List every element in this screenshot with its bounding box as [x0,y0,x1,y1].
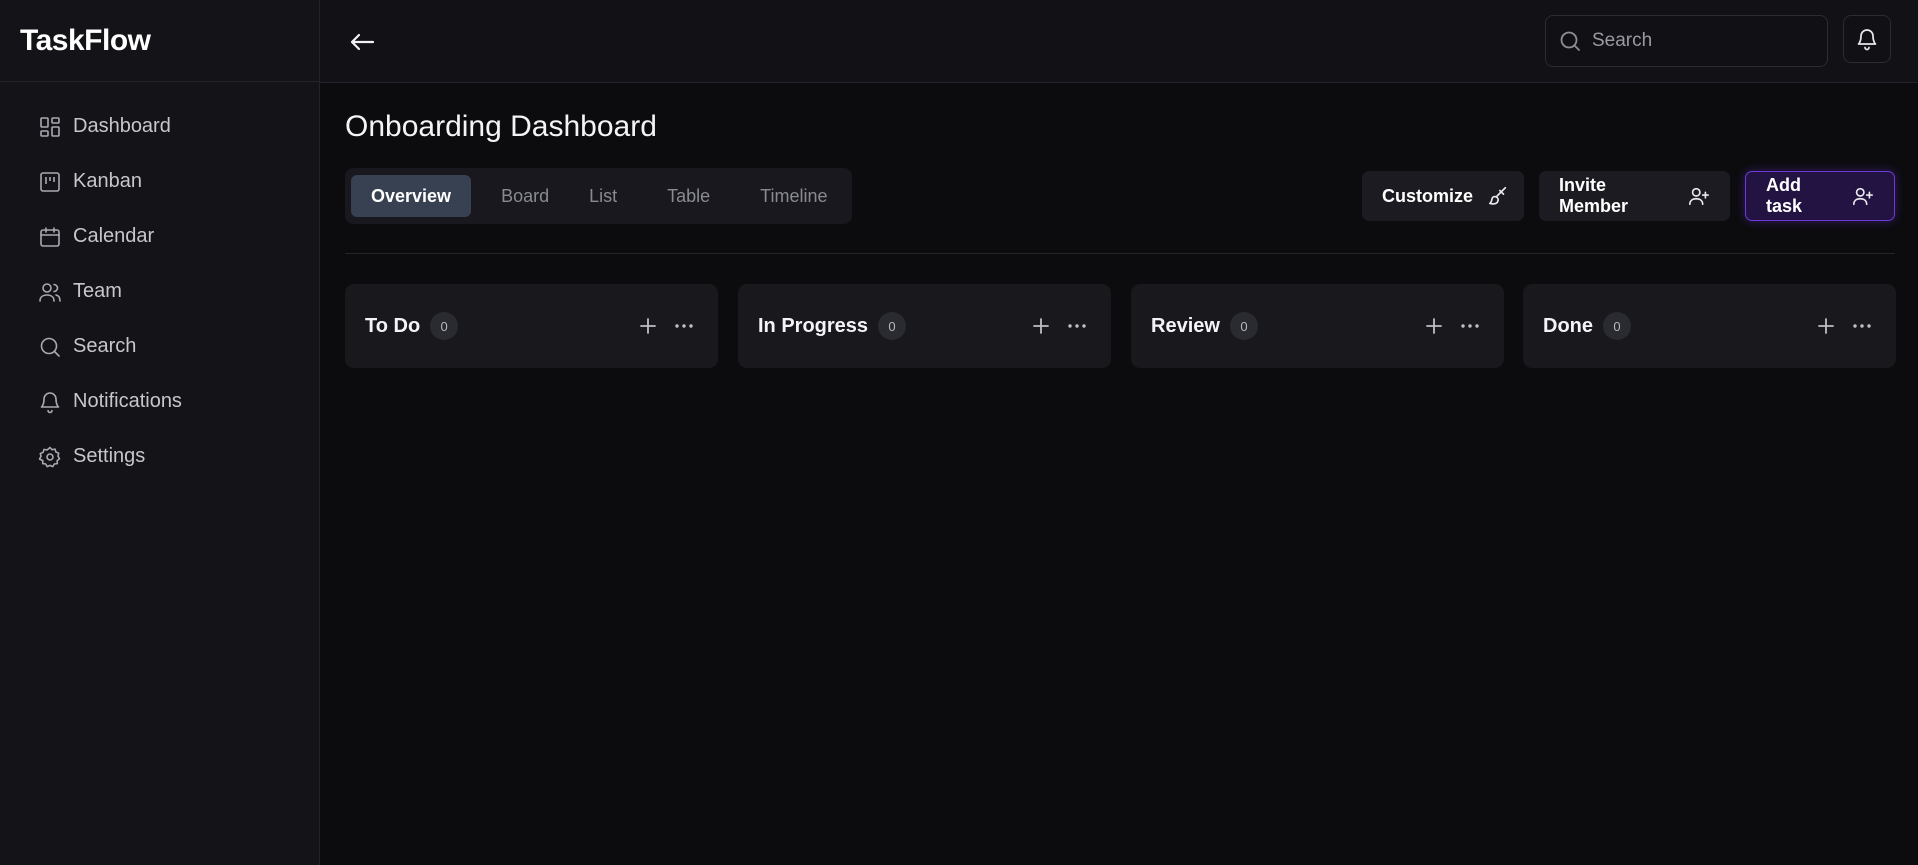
add-card-button[interactable] [1027,312,1055,340]
sidebar-item-dashboard[interactable]: Dashboard [0,99,319,154]
tab-list[interactable]: List [579,175,627,217]
column-count-badge: 0 [878,312,907,340]
plus-icon [1426,318,1442,334]
column-menu-button[interactable] [1456,312,1484,340]
arrow-left-icon [349,32,375,52]
sidebar-item-label: Calendar [73,225,155,247]
sidebar-item-label: Notifications [73,390,182,412]
team-icon [38,280,62,304]
bell-icon [1855,27,1879,51]
user-plus-icon [1852,185,1874,207]
column-title: In Progress [758,314,869,337]
sidebar-item-calendar[interactable]: Calendar [0,209,319,264]
column-menu-button[interactable] [1063,312,1091,340]
paintbrush-icon [1487,185,1509,207]
kanban-column-in-progress: In Progress 0 [738,284,1111,368]
kanban-icon [38,170,62,194]
plus-icon [640,318,656,334]
more-horizontal-icon [1853,324,1871,328]
more-horizontal-icon [1068,324,1086,328]
customize-button[interactable]: Customize [1362,171,1524,221]
column-count-badge: 0 [1603,312,1631,340]
sidebar-item-search[interactable]: Search [0,319,319,374]
sidebar-item-label: Kanban [73,170,142,192]
add-task-button[interactable]: Add task [1745,171,1895,221]
sidebar-item-team[interactable]: Team [0,264,319,319]
add-card-button[interactable] [1812,312,1840,340]
tab-board[interactable]: Board [481,175,569,217]
sidebar-nav: Dashboard Kanban Calendar Team Search No… [0,82,319,484]
calendar-icon [38,225,62,249]
sidebar-item-label: Team [73,280,122,302]
sidebar: TaskFlow Dashboard Kanban Calendar Team … [0,0,320,865]
sidebar-item-notifications[interactable]: Notifications [0,374,319,429]
column-count-badge: 0 [430,312,459,340]
notifications-button[interactable] [1843,15,1891,63]
invite-member-button[interactable]: Invite Member [1539,171,1730,221]
brand-logo[interactable]: TaskFlow [0,0,319,82]
sidebar-item-kanban[interactable]: Kanban [0,154,319,209]
more-horizontal-icon [675,324,693,328]
search-icon [1558,29,1582,53]
kanban-column-done: Done 0 [1523,284,1896,368]
bell-icon [38,390,62,414]
column-title: Review [1151,314,1220,337]
tab-timeline[interactable]: Timeline [750,175,837,217]
search-icon [38,335,62,359]
page-title: Onboarding Dashboard [345,110,657,143]
customize-label: Customize [1382,185,1474,206]
column-title: Done [1543,314,1593,337]
search-box[interactable] [1545,15,1828,67]
search-input[interactable] [1592,30,1812,52]
section-divider [345,253,1895,254]
add-task-label: Add task [1766,175,1803,216]
kanban-column-todo: To Do 0 [345,284,718,368]
more-horizontal-icon [1461,324,1479,328]
plus-icon [1818,318,1834,334]
add-card-button[interactable] [1420,312,1448,340]
view-tabs: Overview Board List Table Timeline [345,168,852,224]
column-count-badge: 0 [1229,312,1258,340]
tab-table[interactable]: Table [657,175,720,217]
plus-icon [1033,318,1049,334]
column-menu-button[interactable] [1848,312,1876,340]
column-menu-button[interactable] [670,312,698,340]
kanban-column-review: Review 0 [1131,284,1504,368]
user-plus-icon [1688,185,1710,207]
dashboard-icon [38,115,62,139]
sidebar-item-label: Settings [73,445,146,467]
invite-label: Invite Member [1559,175,1629,216]
top-bar [320,0,1918,83]
sidebar-item-label: Dashboard [73,115,171,137]
sidebar-item-settings[interactable]: Settings [0,429,319,484]
back-button[interactable] [342,24,382,60]
gear-icon [38,445,62,469]
tab-overview[interactable]: Overview [351,175,472,217]
add-card-button[interactable] [634,312,662,340]
sidebar-item-label: Search [73,335,137,357]
column-title: To Do [365,314,421,337]
